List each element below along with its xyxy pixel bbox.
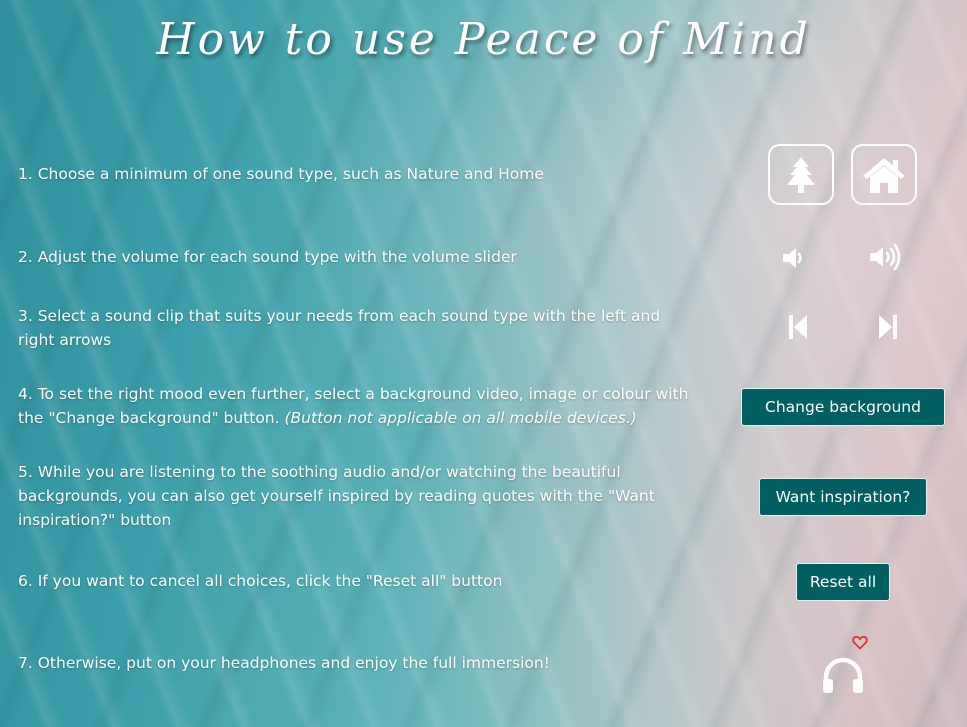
page-title: How to use Peace of Mind <box>156 14 811 65</box>
change-background-button[interactable]: Change background <box>741 388 945 426</box>
next-clip-button[interactable] <box>874 312 902 342</box>
step-4-text: 4. To set the right mood even further, s… <box>18 382 698 430</box>
headphones-icon <box>823 657 863 693</box>
previous-clip-button[interactable] <box>784 312 812 342</box>
step-4-note: (Button not applicable on all mobile dev… <box>284 409 637 427</box>
volume-down-button[interactable] <box>780 244 808 272</box>
volume-up-button[interactable] <box>867 242 905 272</box>
step-2-text: 2. Adjust the volume for each sound type… <box>18 248 517 266</box>
step-3-text: 3. Select a sound clip that suits your n… <box>18 307 661 349</box>
reset-all-button[interactable]: Reset all <box>796 563 890 601</box>
headphones-button[interactable] <box>820 654 866 696</box>
volume-up-icon <box>870 243 901 271</box>
house-icon <box>863 157 905 193</box>
home-button[interactable] <box>851 144 917 205</box>
step-7-text: 7. Otherwise, put on your headphones and… <box>18 654 550 672</box>
nature-button[interactable] <box>768 144 834 205</box>
step-1-text: 1. Choose a minimum of one sound type, s… <box>18 165 544 183</box>
step-5-text: 5. While you are listening to the soothi… <box>18 463 655 529</box>
skip-forward-icon <box>879 315 897 339</box>
favorite-button[interactable] <box>851 633 869 651</box>
skip-back-icon <box>789 315 807 339</box>
heart-icon <box>852 635 868 649</box>
background-texture <box>0 0 967 727</box>
volume-down-icon <box>783 248 802 268</box>
tree-icon <box>787 156 815 193</box>
want-inspiration-button[interactable]: Want inspiration? <box>759 478 927 516</box>
step-6-text: 6. If you want to cancel all choices, cl… <box>18 572 503 590</box>
